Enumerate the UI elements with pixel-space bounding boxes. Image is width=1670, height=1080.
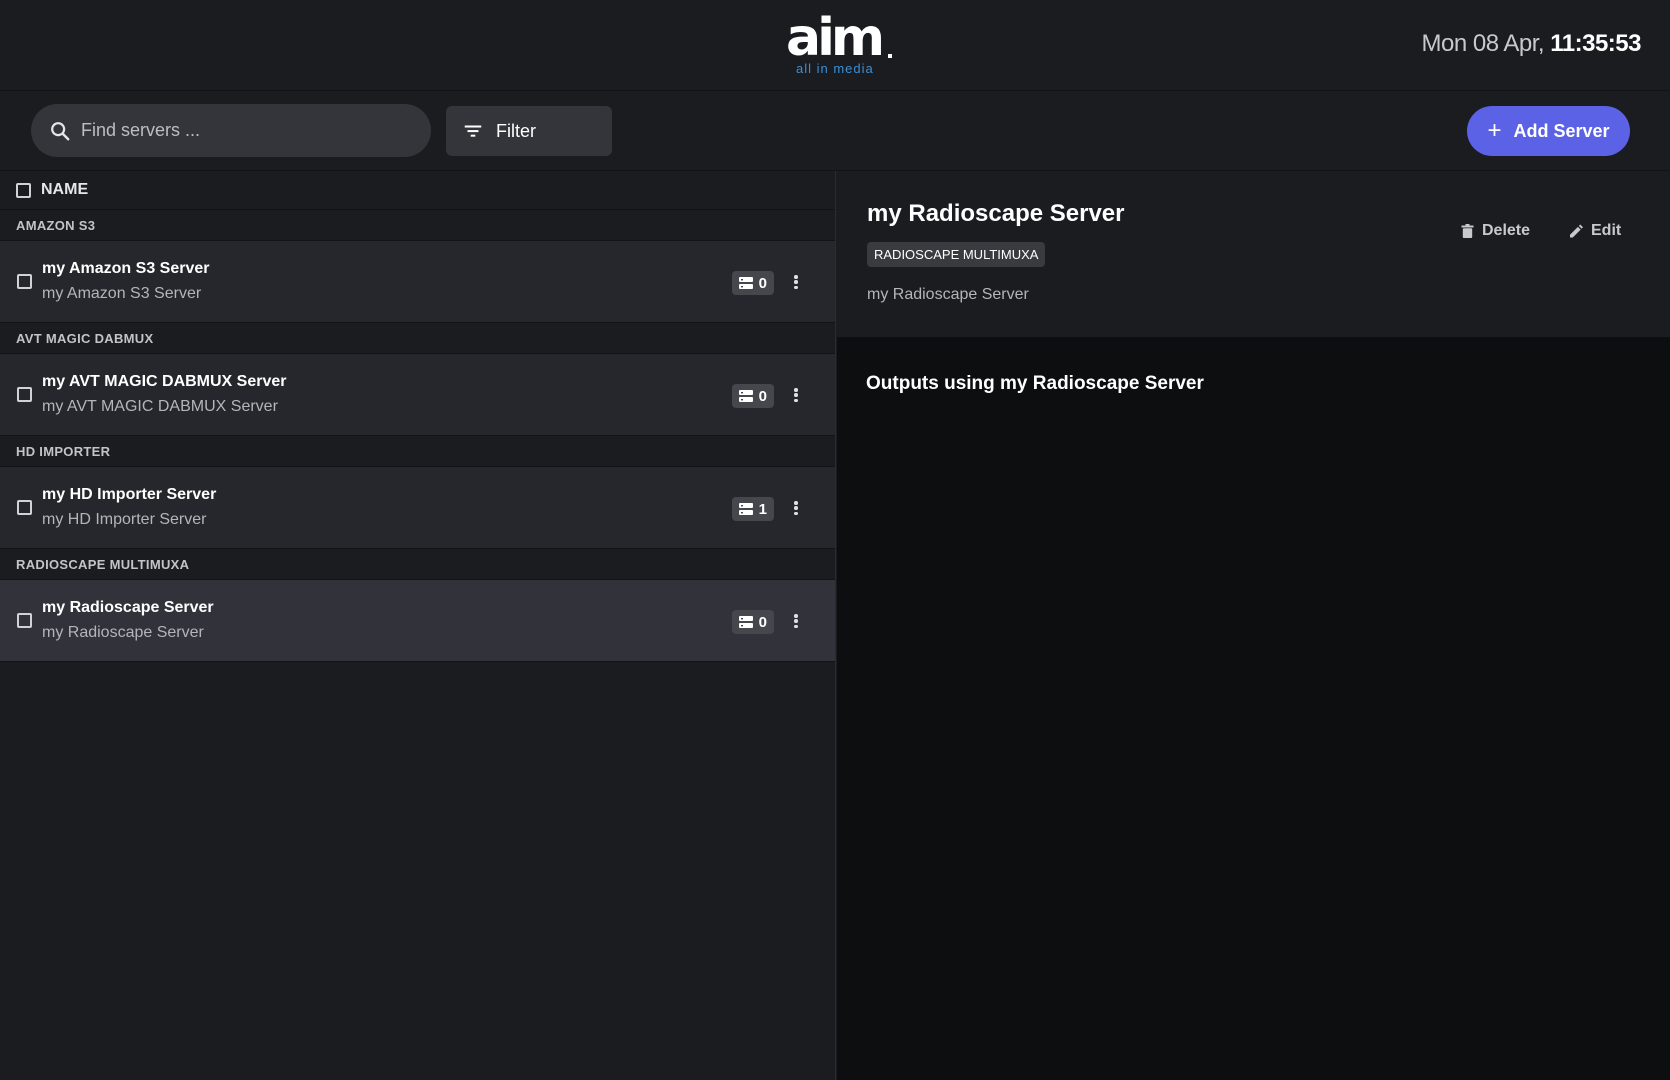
clock-date: Mon 08 Apr, xyxy=(1421,30,1545,57)
select-all-checkbox[interactable] xyxy=(16,182,31,198)
server-row[interactable]: my Amazon S3 Server my Amazon S3 Server … xyxy=(0,241,835,323)
server-row[interactable]: my HD Importer Server my HD Importer Ser… xyxy=(0,467,835,549)
detail-title: my Radioscape Server xyxy=(867,200,1125,227)
row-checkbox[interactable] xyxy=(17,274,32,289)
group-header: HD IMPORTER xyxy=(0,436,835,467)
edit-button[interactable]: Edit xyxy=(1570,222,1621,240)
trash-icon xyxy=(1461,224,1474,238)
more-vert-icon[interactable] xyxy=(791,272,801,292)
server-icon xyxy=(738,503,753,515)
outputs-count: 0 xyxy=(758,387,767,405)
server-subtitle: my Radioscape Server xyxy=(42,624,204,641)
server-title: my AVT MAGIC DABMUX Server xyxy=(42,373,287,390)
edit-label: Edit xyxy=(1591,222,1622,239)
server-detail-panel: my Radioscape Server RADIOSCAPE MULTIMUX… xyxy=(837,171,1670,1080)
more-vert-icon[interactable] xyxy=(791,611,801,631)
aim-logo[interactable]: aim all in media xyxy=(786,10,892,78)
group-header: RADIOSCAPE MULTIMUXA xyxy=(0,549,835,580)
server-icon xyxy=(738,616,753,628)
server-row[interactable]: my AVT MAGIC DABMUX Server my AVT MAGIC … xyxy=(0,354,835,436)
row-text: my AVT MAGIC DABMUX Server my AVT MAGIC … xyxy=(42,373,287,416)
search-box[interactable] xyxy=(31,104,431,157)
server-title: my Amazon S3 Server xyxy=(42,260,210,277)
group-header: AMAZON S3 xyxy=(0,210,835,241)
more-vert-icon[interactable] xyxy=(791,385,801,405)
filter-button[interactable]: Filter xyxy=(446,106,612,156)
server-subtitle: my HD Importer Server xyxy=(42,511,207,528)
search-input[interactable] xyxy=(81,120,401,141)
more-vert-icon[interactable] xyxy=(791,498,801,518)
clock-time: 11:35:53 xyxy=(1550,30,1641,57)
toolbar: Filter + Add Server xyxy=(0,91,1670,171)
app-header: aim all in media Mon 08 Apr, 11:35:53 xyxy=(0,0,1670,91)
row-checkbox[interactable] xyxy=(17,500,32,515)
row-text: my Amazon S3 Server my Amazon S3 Server xyxy=(42,260,209,303)
server-row-selected[interactable]: my Radioscape Server my Radioscape Serve… xyxy=(0,580,835,662)
row-text: my HD Importer Server my HD Importer Ser… xyxy=(42,486,216,529)
add-server-label: Add Server xyxy=(1513,120,1610,141)
row-text: my Radioscape Server my Radioscape Serve… xyxy=(42,599,214,642)
outputs-count-badge: 1 xyxy=(731,497,774,521)
list-header: NAME xyxy=(0,171,835,210)
server-subtitle: my Amazon S3 Server xyxy=(42,285,202,302)
pencil-icon xyxy=(1570,224,1583,238)
server-type-tag: RADIOSCAPE MULTIMUXA xyxy=(867,242,1046,267)
detail-description: my Radioscape Server xyxy=(867,286,1029,303)
plus-icon: + xyxy=(1487,117,1502,144)
group-header: AVT MAGIC DABMUX xyxy=(0,323,835,354)
logo-dot xyxy=(888,54,892,58)
delete-label: Delete xyxy=(1482,222,1531,239)
detail-header: my Radioscape Server RADIOSCAPE MULTIMUX… xyxy=(837,171,1670,337)
outputs-count: 1 xyxy=(758,500,767,518)
filter-icon xyxy=(464,125,482,137)
add-server-button[interactable]: + Add Server xyxy=(1467,106,1630,156)
column-name-label: NAME xyxy=(41,181,89,198)
logo-tagline: all in media xyxy=(796,61,874,76)
outputs-count-badge: 0 xyxy=(731,384,774,408)
server-icon xyxy=(738,390,753,402)
outputs-count: 0 xyxy=(758,274,767,292)
server-icon xyxy=(738,277,753,289)
outputs-count: 0 xyxy=(758,613,767,631)
server-title: my HD Importer Server xyxy=(42,486,217,503)
outputs-count-badge: 0 xyxy=(731,610,774,634)
search-icon xyxy=(51,121,70,140)
server-title: my Radioscape Server xyxy=(42,599,214,616)
logo-wordmark: aim xyxy=(786,8,885,68)
delete-button[interactable]: Delete xyxy=(1461,222,1530,240)
outputs-section-title: Outputs using my Radioscape Server xyxy=(866,373,1204,394)
server-list-panel: NAME AMAZON S3 my Amazon S3 Server my Am… xyxy=(0,171,836,1080)
filter-label: Filter xyxy=(496,120,536,141)
row-checkbox[interactable] xyxy=(17,613,32,628)
outputs-count-badge: 0 xyxy=(731,271,774,295)
clock: Mon 08 Apr, 11:35:53 xyxy=(1421,30,1641,58)
row-checkbox[interactable] xyxy=(17,387,32,402)
server-subtitle: my AVT MAGIC DABMUX Server xyxy=(42,398,278,415)
